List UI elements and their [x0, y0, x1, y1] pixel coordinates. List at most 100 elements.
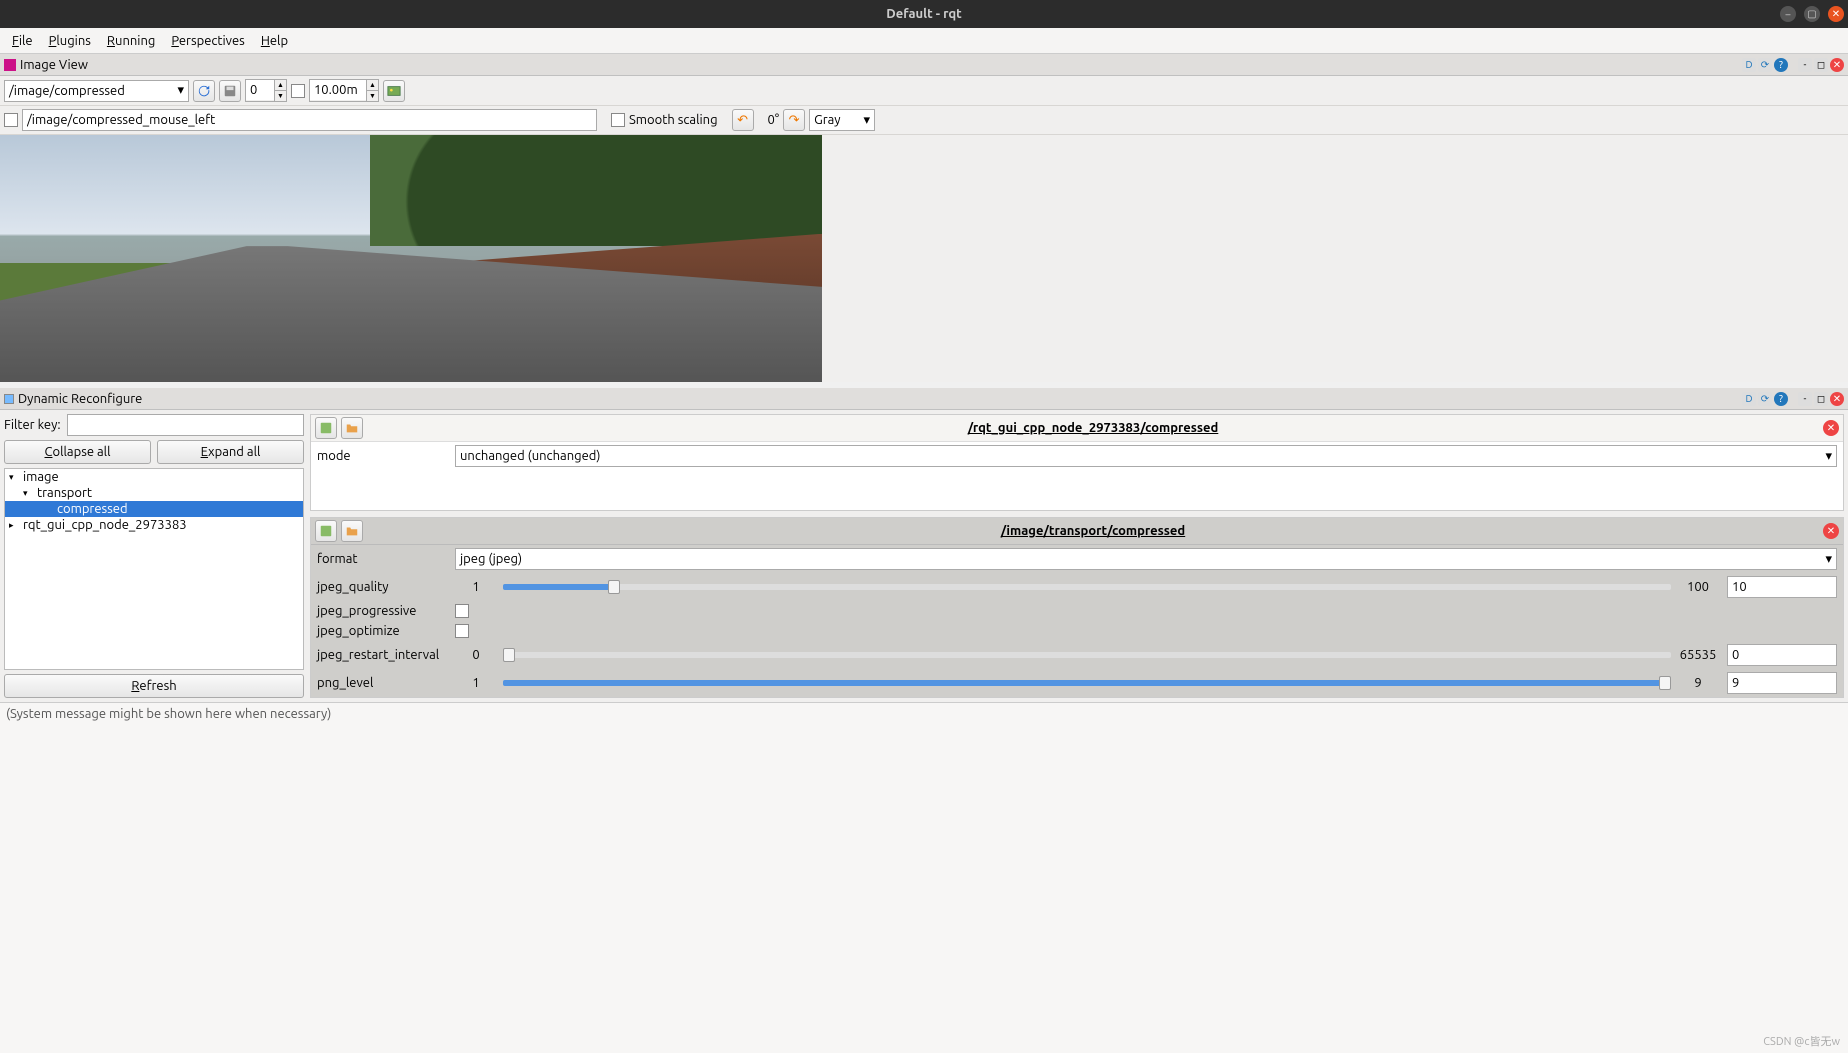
zoom-input[interactable]: [310, 80, 366, 100]
imageview-body: [0, 135, 1848, 382]
filter-input[interactable]: [67, 414, 304, 436]
badge-reload-icon[interactable]: ⟳: [1758, 58, 1772, 72]
expand-all-button[interactable]: Expand all: [157, 440, 304, 464]
menu-file[interactable]: File: [6, 32, 39, 50]
minimize-button[interactable]: –: [1780, 6, 1796, 22]
group1-title: /rqt_gui_cpp_node_2973383/compressed: [363, 421, 1823, 435]
group1-open-button[interactable]: [341, 417, 363, 439]
group2-save-button[interactable]: [315, 520, 337, 542]
dynreconf-panel-header: Dynamic Reconfigure D ⟳ ? - ◻ ✕: [0, 388, 1848, 410]
png-level-input[interactable]: [1727, 672, 1837, 694]
dyn-panel-minimize-icon[interactable]: -: [1798, 392, 1812, 406]
dyn-panel-close-icon[interactable]: ✕: [1830, 392, 1844, 406]
disk-icon: [319, 421, 333, 435]
imageview-toolbar-1: /image/compressed▾ ▲ ▼ ▲ ▼: [0, 76, 1848, 106]
zoom-up-icon[interactable]: ▲: [366, 80, 378, 90]
rotate-left-icon: ↶: [737, 113, 748, 128]
mode-dropdown[interactable]: unchanged (unchanged)▾: [455, 445, 1837, 467]
jpeg-quality-label: jpeg_quality: [317, 580, 447, 594]
smooth-scaling-label: Smooth scaling: [629, 113, 718, 127]
refresh-button[interactable]: Refresh: [4, 674, 304, 698]
panel-float-icon[interactable]: ◻: [1814, 58, 1828, 72]
spin-up-icon[interactable]: ▲: [274, 80, 286, 90]
filter-label: Filter key:: [4, 418, 61, 432]
smooth-scaling-checkbox[interactable]: [611, 113, 625, 127]
group2-open-button[interactable]: [341, 520, 363, 542]
dynreconf-body: Filter key: Collapse all Expand all ▾ima…: [0, 410, 1848, 702]
jpeg-restart-input[interactable]: [1727, 644, 1837, 666]
param-group-rqtnode: /rqt_gui_cpp_node_2973383/compressed ✕ m…: [310, 414, 1844, 511]
imageview-toolbar-2: Smooth scaling ↶ 0° ↷ Gray▾: [0, 106, 1848, 135]
menu-plugins[interactable]: Plugins: [43, 32, 97, 50]
dyn-badge-d-icon[interactable]: D: [1742, 392, 1756, 406]
format-dropdown[interactable]: jpeg (jpeg)▾: [455, 548, 1837, 570]
menu-running[interactable]: Running: [101, 32, 161, 50]
format-label: format: [317, 552, 447, 566]
watermark: CSDN @c皆无w: [1763, 1033, 1840, 1049]
folder-icon: [345, 524, 359, 538]
badge-d-icon[interactable]: D: [1742, 58, 1756, 72]
imageview-icon: [4, 59, 16, 71]
png-level-label: png_level: [317, 676, 447, 690]
panel-minimize-icon[interactable]: -: [1798, 58, 1812, 72]
param-group-image-compressed: /image/transport/compressed ✕ format jpe…: [310, 517, 1844, 698]
spin-down-icon[interactable]: ▼: [274, 90, 286, 101]
jpeg-optimize-checkbox[interactable]: [455, 624, 469, 638]
jpeg-quality-slider[interactable]: [503, 584, 1671, 590]
picture-icon: [387, 84, 401, 98]
zoom-down-icon[interactable]: ▼: [366, 90, 378, 101]
mouse-topic-input[interactable]: [22, 109, 597, 131]
node-tree[interactable]: ▾image ▾transport compressed ▸rqt_gui_cp…: [4, 468, 304, 670]
topic-dropdown[interactable]: /image/compressed▾: [4, 80, 189, 102]
group1-close-button[interactable]: ✕: [1823, 420, 1839, 436]
publish-click-checkbox[interactable]: [4, 113, 18, 127]
dynreconf-title: Dynamic Reconfigure: [18, 392, 142, 406]
jpeg-quality-input[interactable]: [1727, 576, 1837, 598]
tree-node-image[interactable]: ▾image: [5, 469, 303, 485]
group2-close-button[interactable]: ✕: [1823, 523, 1839, 539]
menu-perspectives[interactable]: Perspectives: [165, 32, 250, 50]
window-titlebar: Default - rqt – ▢ ✕: [0, 0, 1848, 28]
save-icon: [223, 84, 237, 98]
tree-node-transport[interactable]: ▾transport: [5, 485, 303, 501]
group1-save-button[interactable]: [315, 417, 337, 439]
jpeg-progressive-checkbox[interactable]: [455, 604, 469, 618]
close-button[interactable]: ✕: [1828, 6, 1844, 22]
window-title: Default - rqt: [886, 7, 962, 21]
image-settings-button[interactable]: [383, 80, 405, 102]
dyn-panel-float-icon[interactable]: ◻: [1814, 392, 1828, 406]
rotate-left-button[interactable]: ↶: [732, 109, 754, 131]
dynreconf-right-pane: /rqt_gui_cpp_node_2973383/compressed ✕ m…: [310, 414, 1844, 698]
folder-icon: [345, 421, 359, 435]
jpeg-restart-label: jpeg_restart_interval: [317, 648, 447, 662]
tree-node-rqtnode[interactable]: ▸rqt_gui_cpp_node_2973383: [5, 517, 303, 533]
maximize-button[interactable]: ▢: [1804, 6, 1820, 22]
png-level-slider[interactable]: [503, 680, 1671, 686]
rotate-right-icon: ↷: [789, 113, 800, 128]
menu-help[interactable]: Help: [255, 32, 294, 50]
jpeg-optimize-label: jpeg_optimize: [317, 624, 447, 638]
panel-close-icon[interactable]: ✕: [1830, 58, 1844, 72]
imageview-panel-header: Image View D ⟳ ? - ◻ ✕: [0, 54, 1848, 76]
dyn-badge-help-icon[interactable]: ?: [1774, 392, 1788, 406]
num-gridlines-input[interactable]: [246, 80, 274, 100]
rotate-right-button[interactable]: ↷: [783, 109, 805, 131]
save-button[interactable]: [219, 80, 241, 102]
refresh-icon: [197, 84, 211, 98]
badge-help-icon[interactable]: ?: [1774, 58, 1788, 72]
mode-label: mode: [317, 449, 447, 463]
rotation-label: 0°: [768, 113, 780, 127]
dyn-badge-reload-icon[interactable]: ⟳: [1758, 392, 1772, 406]
camera-image: [0, 135, 822, 382]
dynreconf-left-pane: Filter key: Collapse all Expand all ▾ima…: [4, 414, 304, 698]
disk-icon: [319, 524, 333, 538]
refresh-topics-button[interactable]: [193, 80, 215, 102]
jpeg-restart-slider[interactable]: [503, 652, 1671, 658]
checkbox-1[interactable]: [291, 84, 305, 98]
collapse-all-button[interactable]: Collapse all: [4, 440, 151, 464]
tree-node-compressed[interactable]: compressed: [5, 501, 303, 517]
system-message-area: (System message might be shown here when…: [0, 702, 1848, 1053]
dynreconf-icon: [4, 394, 14, 404]
colormode-dropdown[interactable]: Gray▾: [809, 109, 875, 131]
imageview-title: Image View: [20, 58, 88, 72]
